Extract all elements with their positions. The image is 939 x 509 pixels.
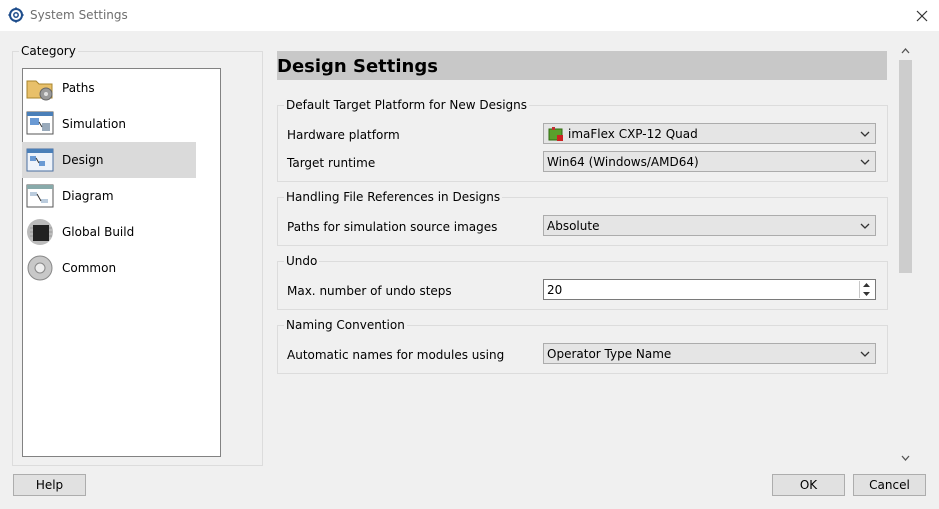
- arrow-up-icon[interactable]: [860, 281, 873, 289]
- diagram-icon: [26, 184, 54, 208]
- simulation-paths-select[interactable]: Absolute: [543, 215, 876, 236]
- design-icon: [26, 148, 54, 172]
- stepper-value: 20: [547, 283, 563, 297]
- chevron-down-icon: [860, 159, 870, 165]
- sidebar-item-paths[interactable]: Paths: [22, 70, 196, 106]
- title-bar: System Settings: [0, 0, 939, 31]
- board-icon: [548, 127, 563, 141]
- undo-steps-label: Max. number of undo steps: [287, 284, 452, 298]
- hardware-platform-select[interactable]: imaFlex CXP-12 Quad: [543, 123, 876, 144]
- group-legend: Undo: [284, 254, 320, 268]
- sidebar-item-label: Common: [62, 261, 117, 275]
- scroll-down-icon[interactable]: [900, 454, 911, 463]
- undo-steps-stepper[interactable]: 20: [543, 279, 876, 300]
- group-legend: Handling File References in Designs: [284, 190, 503, 204]
- sidebar-item-label: Paths: [62, 81, 95, 95]
- chevron-down-icon: [860, 131, 870, 137]
- page-title: Design Settings: [277, 51, 887, 80]
- chevron-down-icon: [860, 351, 870, 357]
- group-legend: Naming Convention: [284, 318, 407, 332]
- stepper-buttons[interactable]: [859, 281, 874, 298]
- sidebar-item-label: Diagram: [62, 189, 114, 203]
- close-button[interactable]: [908, 4, 936, 28]
- simulation-icon: [26, 111, 54, 135]
- target-runtime-label: Target runtime: [287, 156, 376, 170]
- sidebar-item-label: Design: [62, 153, 104, 167]
- target-runtime-select[interactable]: Win64 (Windows/AMD64): [543, 151, 876, 172]
- simulation-paths-label: Paths for simulation source images: [287, 220, 498, 234]
- settings-gear-icon: [8, 7, 24, 23]
- arrow-down-icon[interactable]: [860, 290, 873, 298]
- module-naming-label: Automatic names for modules using: [287, 348, 505, 362]
- help-button[interactable]: Help: [13, 474, 86, 496]
- sidebar-item-diagram[interactable]: Diagram: [22, 178, 196, 214]
- folder-gear-icon: [26, 80, 53, 101]
- selected-value: Operator Type Name: [547, 347, 672, 361]
- window-title: System Settings: [30, 8, 128, 22]
- ok-button[interactable]: OK: [772, 474, 845, 496]
- group-legend: Default Target Platform for New Designs: [284, 98, 530, 112]
- selected-value: Win64 (Windows/AMD64): [547, 155, 699, 169]
- sidebar-item-label: Simulation: [62, 117, 126, 131]
- gear-icon: [27, 255, 53, 281]
- sidebar-item-simulation[interactable]: Simulation: [22, 106, 196, 142]
- selected-value: Absolute: [547, 219, 600, 233]
- sidebar-item-design[interactable]: Design: [22, 142, 196, 178]
- sidebar-item-global-build[interactable]: Global Build: [22, 214, 196, 250]
- sidebar-item-label: Global Build: [62, 225, 135, 239]
- scroll-up-icon[interactable]: [900, 46, 911, 55]
- close-icon: [916, 10, 928, 22]
- cancel-button-label: Cancel: [869, 478, 910, 492]
- scrollbar-thumb[interactable]: [899, 60, 912, 273]
- module-naming-select[interactable]: Operator Type Name: [543, 343, 876, 364]
- hardware-platform-label: Hardware platform: [287, 128, 400, 142]
- category-legend: Category: [19, 44, 78, 58]
- cancel-button[interactable]: Cancel: [853, 474, 926, 496]
- help-button-label: Help: [35, 478, 64, 492]
- chip-icon: [27, 219, 53, 245]
- selected-value: imaFlex CXP-12 Quad: [568, 127, 698, 141]
- chevron-down-icon: [860, 223, 870, 229]
- sidebar-item-common[interactable]: Common: [22, 250, 196, 286]
- ok-button-label: OK: [799, 478, 818, 492]
